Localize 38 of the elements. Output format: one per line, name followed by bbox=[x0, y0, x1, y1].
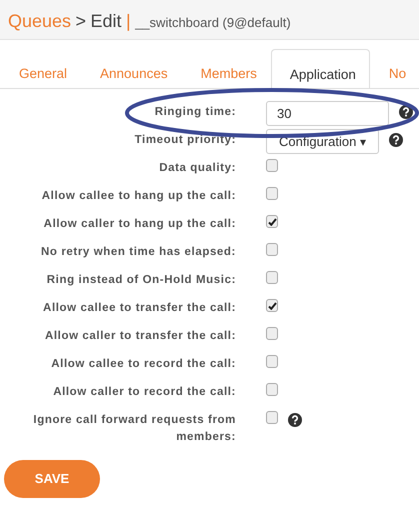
checkbox[interactable] bbox=[266, 299, 278, 312]
field-label: Ringing time: bbox=[154, 105, 236, 120]
tab[interactable]: Members bbox=[182, 49, 271, 88]
tab[interactable]: Announces bbox=[81, 49, 182, 88]
field-label: Allow callee to transfer the call: bbox=[42, 301, 236, 316]
save-button[interactable]: SAVE bbox=[4, 460, 100, 498]
field-label: Timeout priority: bbox=[134, 133, 236, 148]
field-label: Data quality: bbox=[158, 161, 236, 176]
checkbox[interactable] bbox=[266, 383, 278, 396]
tab[interactable]: Application bbox=[270, 49, 370, 88]
record-name: __switchboard (9@default) bbox=[135, 15, 291, 30]
field-label: Allow callee to hang up the call: bbox=[40, 189, 236, 204]
help-icon[interactable] bbox=[288, 413, 302, 427]
field-label: Ring instead of On-Hold Music: bbox=[46, 273, 236, 288]
field-label: Allow caller to record the call: bbox=[52, 385, 236, 400]
checkbox[interactable] bbox=[266, 215, 278, 228]
page-title: Edit bbox=[90, 11, 122, 31]
help-icon[interactable] bbox=[399, 105, 413, 119]
tab[interactable]: General bbox=[0, 49, 82, 88]
checkbox[interactable] bbox=[266, 187, 278, 200]
checkbox[interactable] bbox=[266, 327, 278, 340]
caret-icon: ▾ bbox=[360, 132, 366, 150]
field-label: No retry when time has elapsed: bbox=[40, 245, 236, 260]
tab[interactable]: No bbox=[370, 49, 419, 88]
field-label: Allow caller to transfer the call: bbox=[44, 329, 236, 344]
checkbox[interactable] bbox=[266, 411, 278, 424]
checkbox[interactable] bbox=[266, 355, 278, 368]
checkbox[interactable] bbox=[266, 271, 278, 284]
help-icon[interactable] bbox=[389, 133, 403, 147]
breadcrumb-link[interactable]: Queues bbox=[8, 11, 72, 31]
field-label: Ignore call forward requests from members: bbox=[32, 413, 236, 445]
text-field[interactable]: 30 bbox=[266, 101, 389, 126]
field-label: Allow callee to record the call: bbox=[50, 357, 236, 372]
title-divider: | bbox=[126, 11, 131, 31]
field-label: Allow caller to hang up the call: bbox=[42, 217, 236, 232]
checkbox[interactable] bbox=[266, 159, 278, 172]
breadcrumb-separator: > bbox=[76, 11, 86, 31]
checkbox[interactable] bbox=[266, 243, 278, 256]
